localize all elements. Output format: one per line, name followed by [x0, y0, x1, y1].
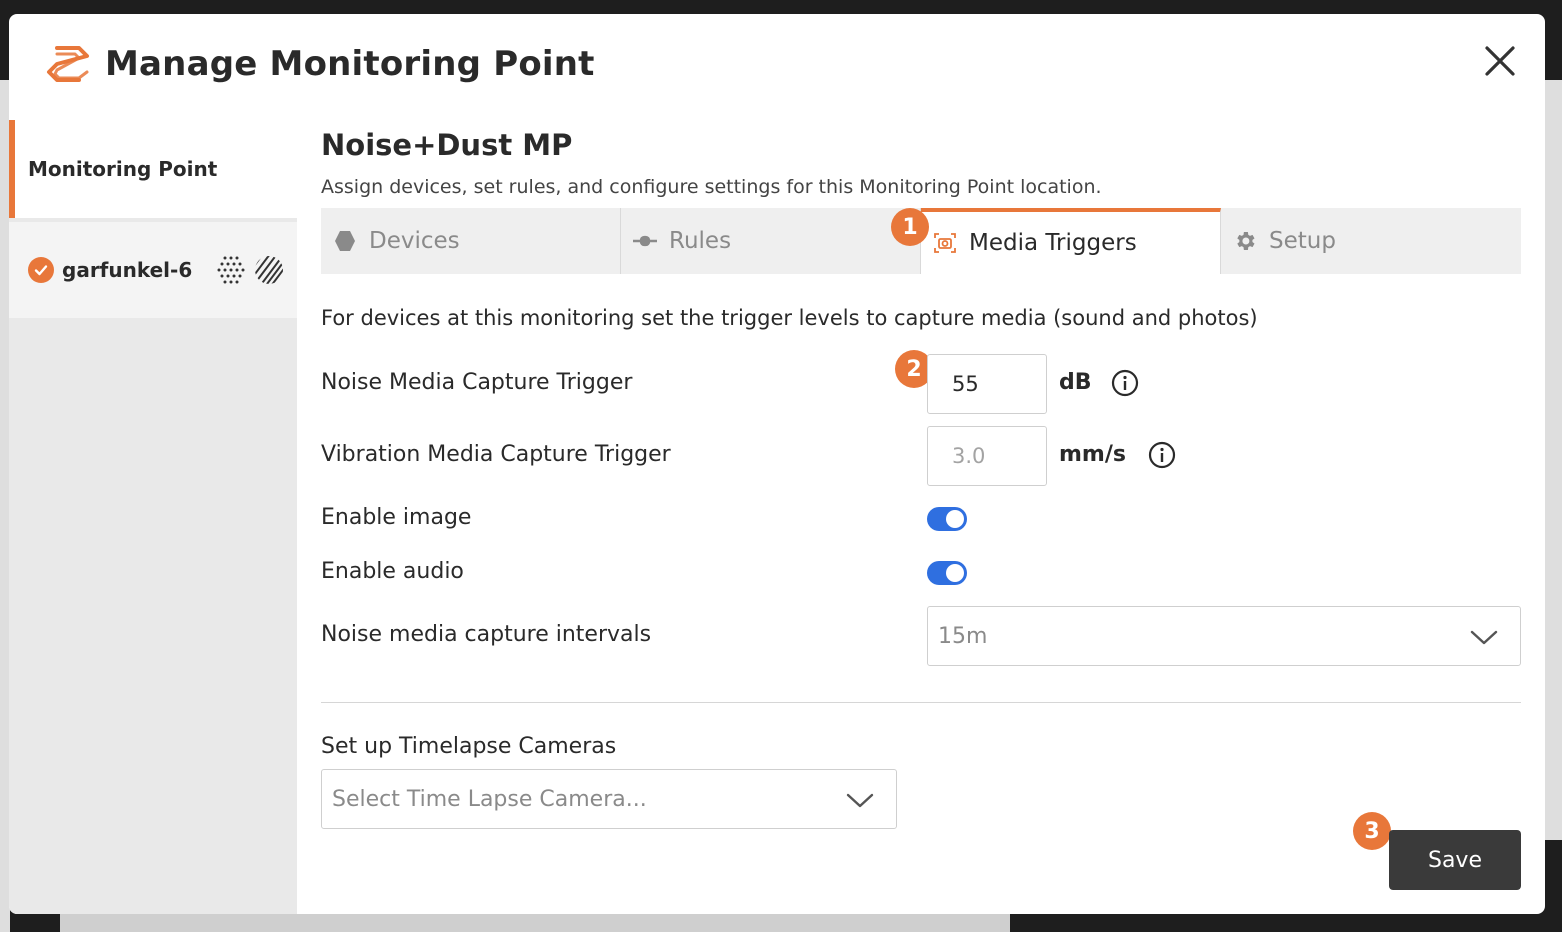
rule-connector-icon [633, 229, 657, 253]
hexagon-icon [333, 229, 357, 253]
vibration-trigger-input[interactable] [927, 426, 1047, 486]
timelapse-camera-select[interactable]: Select Time Lapse Camera... [321, 769, 897, 829]
step-badge-3: 3 [1353, 812, 1391, 850]
device-sensor-icons [215, 254, 285, 286]
vibration-trigger-unit: mm/s [1059, 442, 1126, 467]
enable-audio-label: Enable audio [321, 559, 464, 584]
chevron-down-icon [1470, 630, 1498, 645]
close-icon[interactable] [1479, 40, 1521, 82]
tab-setup[interactable]: Setup [1221, 208, 1521, 274]
toggle-knob [946, 564, 964, 582]
capture-interval-label: Noise media capture intervals [321, 622, 652, 647]
noise-trigger-label: Noise Media Capture Trigger [321, 370, 633, 395]
tab-media-triggers[interactable]: Media Triggers [921, 208, 1221, 274]
brand-s-logo-icon [47, 46, 89, 82]
tab-devices[interactable]: Devices [321, 208, 621, 274]
device-name: garfunkel-6 [62, 258, 193, 282]
info-icon[interactable] [1148, 441, 1176, 469]
check-circle-icon [28, 257, 54, 283]
noise-sensor-icon [217, 256, 245, 284]
gear-icon [1233, 229, 1257, 253]
manage-monitoring-point-modal: Manage Monitoring Point Monitoring Point… [9, 14, 1545, 914]
step-badge-1: 1 [891, 208, 929, 246]
vibration-trigger-label: Vibration Media Capture Trigger [321, 442, 671, 467]
capture-interval-value: 15m [938, 623, 988, 649]
sidebar-item-device[interactable]: garfunkel-6 [9, 222, 297, 318]
tab-label: Rules [669, 228, 732, 254]
noise-trigger-input[interactable] [927, 354, 1047, 414]
chevron-down-icon [846, 793, 874, 808]
main-content: Noise+Dust MP Assign devices, set rules,… [321, 120, 1521, 914]
noise-trigger-unit: dB [1059, 370, 1092, 395]
media-triggers-intro: For devices at this monitoring set the t… [321, 306, 1258, 330]
timelapse-label: Set up Timelapse Cameras [321, 734, 617, 759]
modal-header: Manage Monitoring Point [9, 14, 1545, 120]
dust-sensor-icon [255, 256, 283, 284]
tab-rules[interactable]: Rules [621, 208, 921, 274]
sidebar: Monitoring Point garfunkel-6 [9, 120, 297, 914]
sidebar-item-label: Monitoring Point [28, 157, 218, 181]
toggle-knob [946, 510, 964, 528]
capture-interval-select[interactable]: 15m [927, 606, 1521, 666]
background-strip-bottom [60, 914, 1010, 932]
monitoring-point-description: Assign devices, set rules, and configure… [321, 176, 1102, 198]
enable-image-label: Enable image [321, 505, 472, 530]
modal-title: Manage Monitoring Point [105, 44, 595, 84]
save-button[interactable]: Save [1389, 830, 1521, 890]
enable-audio-toggle[interactable] [927, 561, 967, 585]
sidebar-item-monitoring-point[interactable]: Monitoring Point [9, 120, 297, 218]
info-icon[interactable] [1111, 369, 1139, 397]
timelapse-camera-placeholder: Select Time Lapse Camera... [332, 786, 647, 812]
tab-label: Devices [369, 228, 460, 254]
enable-image-toggle[interactable] [927, 507, 967, 531]
camera-focus-icon [933, 231, 957, 255]
tab-label: Media Triggers [969, 230, 1137, 256]
monitoring-point-name: Noise+Dust MP [321, 128, 573, 162]
section-divider [321, 702, 1521, 703]
tab-label: Setup [1269, 228, 1336, 254]
background-strip-right [1544, 80, 1562, 840]
